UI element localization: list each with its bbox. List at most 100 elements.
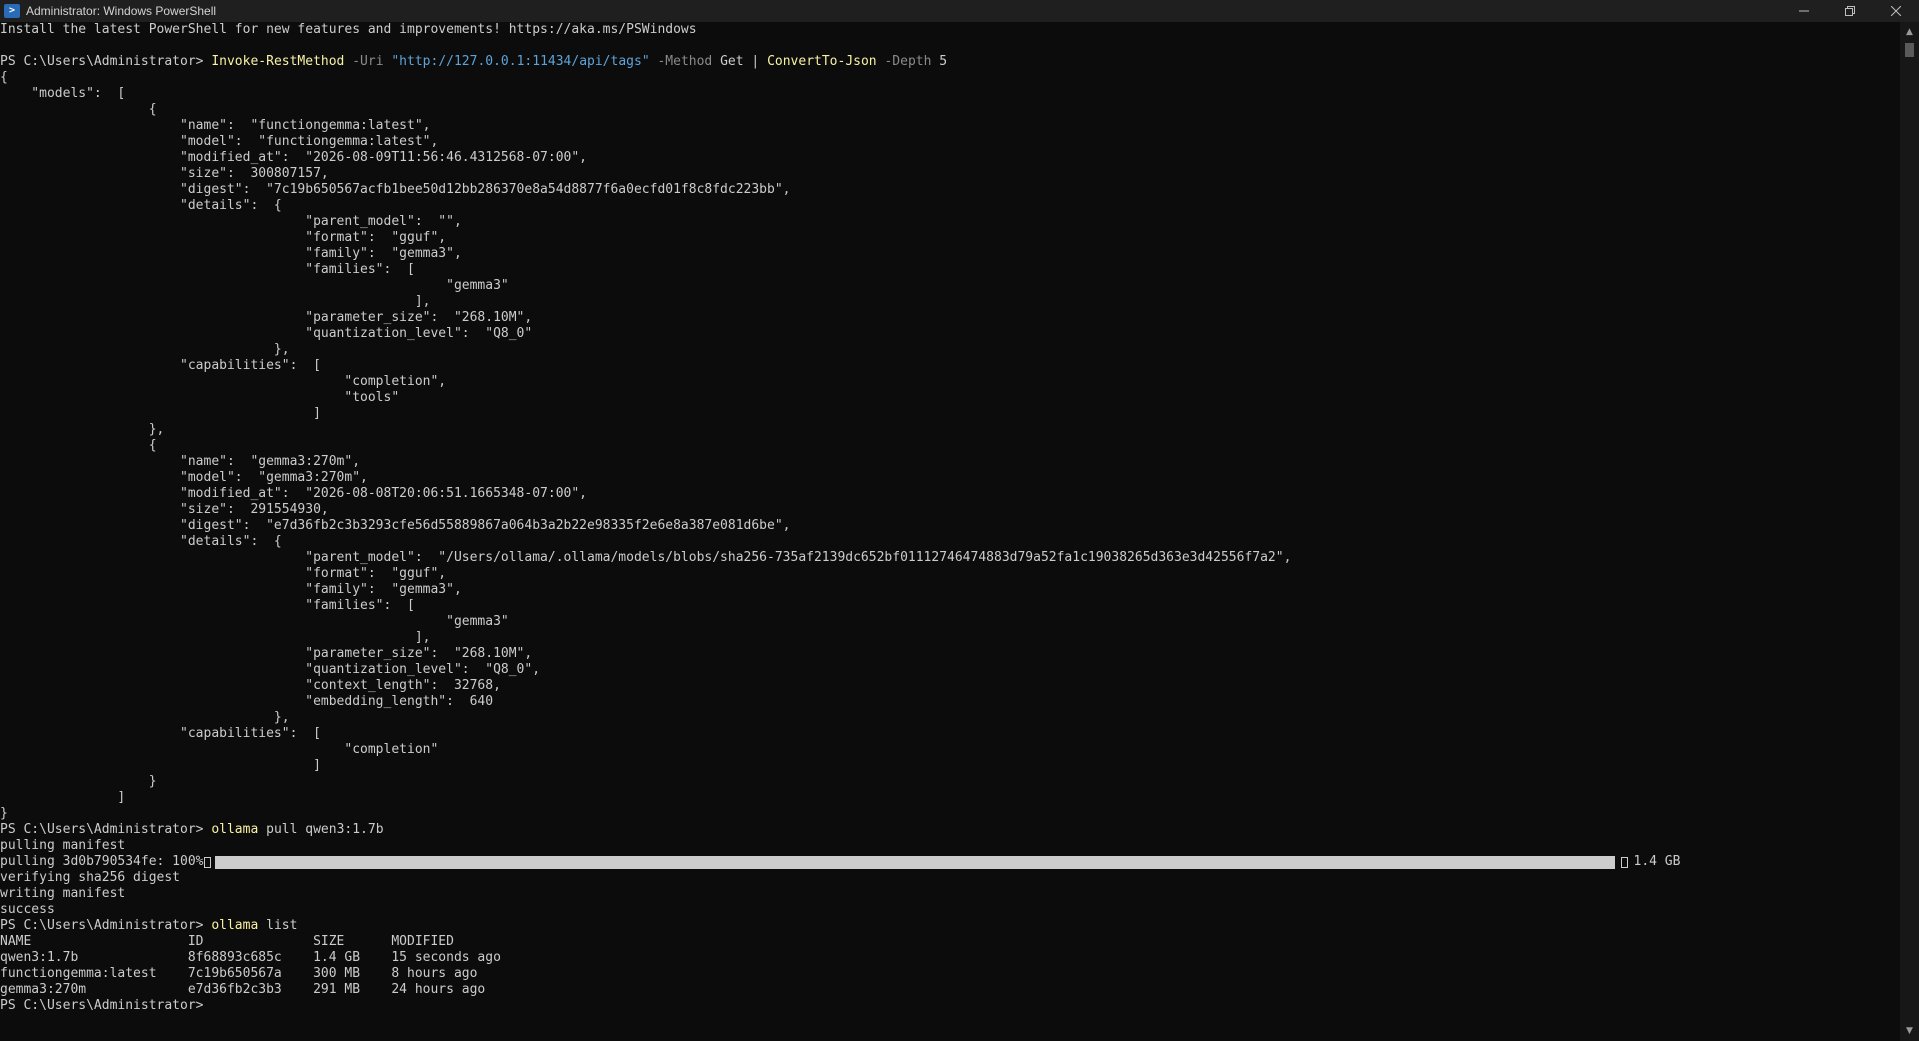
json-line: "completion"	[0, 742, 439, 757]
json-line: "model": "gemma3:270m",	[0, 470, 368, 485]
json-line: "family": "gemma3",	[0, 246, 462, 261]
scroll-up-arrow-icon[interactable]: ▲	[1900, 24, 1919, 40]
progress-line: pulling 3d0b790534fe: 100% 1.4 GB	[0, 854, 1900, 870]
banner-line: Install the latest PowerShell for new fe…	[0, 22, 1900, 38]
json-line: }	[0, 806, 8, 821]
command-line-1: PS C:\Users\Administrator> Invoke-RestMe…	[0, 54, 1900, 70]
powershell-window: > Administrator: Windows PowerShell Inst…	[0, 0, 1919, 1041]
pull-status-output: verifying sha256 digest writing manifest s…	[0, 870, 1900, 918]
json-line: "completion",	[0, 374, 447, 389]
table-row: gemma3:270m e7d36fb2c3b3 291 MB 24 hours…	[0, 982, 486, 997]
json-line: "parameter_size": "268.10M",	[0, 646, 533, 661]
command-ollama: ollama	[211, 822, 259, 837]
pipe-symbol: |	[751, 54, 760, 69]
json-line: "digest": "7c19b650567acfb1bee50d12bb286…	[0, 182, 791, 197]
json-line: "context_length": 32768,	[0, 678, 501, 693]
cmdlet-invoke-restmethod: Invoke-RestMethod	[211, 54, 345, 69]
json-line: {	[0, 70, 8, 85]
window-title: Administrator: Windows PowerShell	[26, 4, 217, 18]
table-row: functiongemma:latest 7c19b650567a 300 MB…	[0, 966, 478, 981]
pull-status-line: writing manifest	[0, 886, 126, 901]
title-bar[interactable]: > Administrator: Windows PowerShell	[0, 0, 1919, 22]
command-args: pull qwen3:1.7b	[266, 822, 384, 837]
depth-value: 5	[939, 54, 948, 69]
powershell-icon: >	[4, 4, 20, 18]
json-line: "details": {	[0, 198, 282, 213]
command-line-4[interactable]: PS C:\Users\Administrator>	[0, 998, 1900, 1014]
json-line: "parent_model": "",	[0, 214, 462, 229]
param-depth: -Depth	[884, 54, 932, 69]
json-line: ]	[0, 758, 321, 773]
progress-bracket-right	[1620, 856, 1628, 868]
json-line: "details": {	[0, 534, 282, 549]
json-line: "families": [	[0, 262, 415, 277]
json-line: ],	[0, 294, 431, 309]
pull-output: pulling manifest	[0, 838, 1900, 854]
scroll-down-arrow-icon[interactable]: ▼	[1900, 1023, 1919, 1039]
json-line: "size": 300807157,	[0, 166, 329, 181]
progress-label: pulling 3d0b790534fe: 100%	[0, 854, 204, 869]
progress-size: 1.4 GB	[1633, 854, 1681, 869]
json-line: "modified_at": "2026-08-09T11:56:46.4312…	[0, 150, 587, 165]
pull-status-line: pulling manifest	[0, 838, 126, 853]
command-args: list	[266, 918, 298, 933]
cmdlet-convertto-json: ConvertTo-Json	[767, 54, 877, 69]
json-line: ]	[0, 790, 126, 805]
progress-bar	[214, 855, 1615, 869]
minimize-button[interactable]	[1781, 0, 1827, 22]
json-line: {	[0, 102, 157, 117]
json-line: "format": "gguf",	[0, 566, 447, 581]
json-line: "family": "gemma3",	[0, 582, 462, 597]
scroll-thumb[interactable]	[1905, 43, 1914, 57]
prompt: PS C:\Users\Administrator>	[0, 998, 204, 1013]
json-line: },	[0, 710, 290, 725]
param-method: -Method	[657, 54, 713, 69]
command-ollama: ollama	[211, 918, 259, 933]
json-line: "embedding_length": 640	[0, 694, 494, 709]
json-line: "name": "functiongemma:latest",	[0, 118, 431, 133]
json-line: "model": "functiongemma:latest",	[0, 134, 439, 149]
restore-button[interactable]	[1827, 0, 1873, 22]
table-row: qwen3:1.7b 8f68893c685c 1.4 GB 15 second…	[0, 950, 501, 965]
json-line: "tools"	[0, 390, 400, 405]
json-line: "capabilities": [	[0, 726, 321, 741]
json-line: {	[0, 438, 157, 453]
json-line: ]	[0, 406, 321, 421]
prompt: PS C:\Users\Administrator>	[0, 918, 204, 933]
json-line: "quantization_level": "Q8_0"	[0, 326, 533, 341]
prompt: PS C:\Users\Administrator>	[0, 822, 204, 837]
json-line: },	[0, 422, 165, 437]
json-line: "families": [	[0, 598, 415, 613]
json-line: }	[0, 774, 157, 789]
uri-value: "http://127.0.0.1:11434/api/tags"	[391, 54, 650, 69]
close-button[interactable]	[1873, 0, 1919, 22]
method-value: Get	[720, 54, 744, 69]
json-line: "gemma3"	[0, 614, 509, 629]
json-line: },	[0, 342, 290, 357]
command-line-2: PS C:\Users\Administrator> ollama pull q…	[0, 822, 1900, 838]
json-line: "format": "gguf",	[0, 230, 447, 245]
banner-text: Install the latest PowerShell for new fe…	[0, 22, 697, 37]
param-uri: -Uri	[352, 54, 384, 69]
json-line: "parent_model": "/Users/ollama/.ollama/m…	[0, 550, 1292, 565]
json-line: ],	[0, 630, 431, 645]
terminal-output[interactable]: Install the latest PowerShell for new fe…	[0, 22, 1900, 1041]
json-output: { "models": [ { "name": "functiongemma:l…	[0, 70, 1900, 822]
json-line: "digest": "e7d36fb2c3b3293cfe56d55889867…	[0, 518, 791, 533]
json-line: "capabilities": [	[0, 358, 321, 373]
json-line: "name": "gemma3:270m",	[0, 454, 361, 469]
progress-bracket-left	[203, 856, 211, 868]
table-row: NAME ID SIZE MODIFIED	[0, 934, 454, 949]
pull-status-line: verifying sha256 digest	[0, 870, 181, 885]
json-line: "modified_at": "2026-08-08T20:06:51.1665…	[0, 486, 587, 501]
model-list-table: NAME ID SIZE MODIFIED qwen3:1.7b 8f68893c…	[0, 934, 1900, 998]
close-icon	[1891, 6, 1901, 16]
json-line: "quantization_level": "Q8_0",	[0, 662, 541, 677]
command-line-3: PS C:\Users\Administrator> ollama list	[0, 918, 1900, 934]
restore-icon	[1845, 6, 1855, 16]
vertical-scrollbar[interactable]: ▲ ▼	[1900, 22, 1919, 1041]
json-line: "parameter_size": "268.10M",	[0, 310, 533, 325]
prompt: PS C:\Users\Administrator>	[0, 54, 204, 69]
pull-status-line: success	[0, 902, 55, 917]
